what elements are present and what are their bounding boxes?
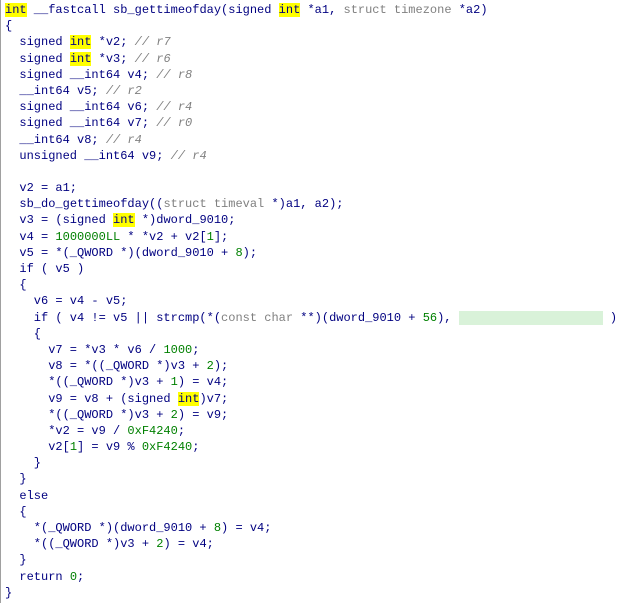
var-decl: signed __int64 v6; // r4 [5,100,192,114]
var-decl: signed __int64 v7; // r0 [5,116,192,130]
keyword-int-highlight: int [70,35,92,49]
code-line: sb_do_gettimeofday((struct timeval *)a1,… [5,197,343,211]
code-line: v9 = v8 + (signed int)v7; [5,392,228,406]
code-line: { [5,505,27,519]
code-line: *((_QWORD *)v3 + 2) = v4; [5,537,214,551]
brace-close: } [5,586,12,600]
var-decl: signed int *v2; // r7 [5,35,171,49]
code-line: v7 = *v3 * v6 / 1000; [5,343,199,357]
code-line: *v2 = v9 / 0xF4240; [5,424,185,438]
keyword-int-highlight: int [178,392,200,406]
code-line: } [5,456,41,470]
decompiled-code-block: int __fastcall sb_gettimeofday(signed in… [0,0,626,603]
code-line: } [5,472,27,486]
code-line: v6 = v4 - v5; [5,294,127,308]
var-decl: signed int *v3; // r6 [5,52,171,66]
code-line: } [5,553,27,567]
code-line: *((_QWORD *)v3 + 2) = v9; [5,408,228,422]
var-decl: signed __int64 v4; // r8 [5,68,192,82]
code-line: *(_QWORD *)(dword_9010 + 8) = v4; [5,521,271,535]
keyword-int-highlight: int [113,213,135,227]
redacted-string: "xxxxxxxxxxxxxxxxxx" [459,311,603,325]
var-decl: unsigned __int64 v9; // r4 [5,149,207,163]
func-signature: int __fastcall sb_gettimeofday(signed in… [5,3,488,17]
code-line: v4 = 1000000LL * *v2 + v2[1]; [5,230,228,244]
keyword-int-highlight: int [70,52,92,66]
code-line: v2[1] = v9 % 0xF4240; [5,440,199,454]
code-line: v8 = *((_QWORD *)v3 + 2); [5,359,228,373]
code-line: if ( v5 ) [5,262,84,276]
code-line: *((_QWORD *)v3 + 1) = v4; [5,375,228,389]
brace-open: { [5,19,12,33]
code-line: v2 = a1; [5,181,77,195]
code-line: if ( v4 != v5 || strcmp(*(const char **)… [5,311,617,325]
code-line: return 0; [5,570,84,584]
var-decl: __int64 v5; // r2 [5,84,142,98]
keyword-int-highlight: int [279,3,301,17]
code-line: else [5,489,48,503]
code-line: v3 = (signed int *)dword_9010; [5,213,235,227]
code-line: { [5,327,41,341]
keyword-int-highlight: int [5,3,27,17]
code-line: v5 = *(_QWORD *)(dword_9010 + 8); [5,246,257,260]
code-line: { [5,278,27,292]
var-decl: __int64 v8; // r4 [5,133,142,147]
